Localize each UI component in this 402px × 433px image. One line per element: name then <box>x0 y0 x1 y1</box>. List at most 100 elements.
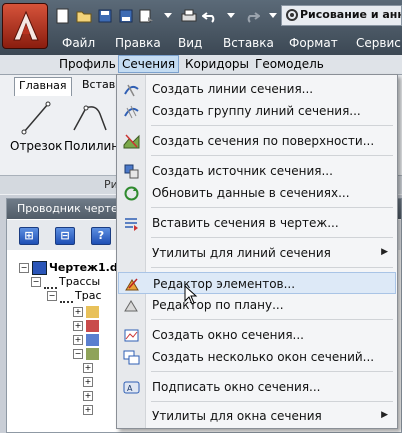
menu-item-annotate-section-view[interactable]: A Подписать окно сечения... <box>118 376 396 398</box>
menu-corridors[interactable]: Коридоры <box>185 57 249 71</box>
menu-item-create-section-lines[interactable]: Создать линии сечения... <box>118 78 396 100</box>
open-icon[interactable] <box>75 7 93 25</box>
tree-item[interactable]: + <box>73 305 101 319</box>
expand-icon[interactable]: + <box>73 321 83 331</box>
tree-alignment-sub[interactable]: − Трас <box>47 289 102 303</box>
save-as-icon[interactable] <box>117 7 135 25</box>
menu-separator <box>151 319 393 320</box>
tree-item[interactable]: + <box>83 361 96 375</box>
sections-dropdown-menu: Создать линии сечения... Создать группу … <box>116 74 398 429</box>
dropdown-arrow-icon[interactable] <box>264 7 282 25</box>
section-group-icon <box>124 105 139 119</box>
expand-icon[interactable]: + <box>73 335 83 345</box>
submenu-arrow-icon: ▶ <box>381 247 388 257</box>
menu-file[interactable]: Файл <box>62 36 95 50</box>
collapse-icon[interactable]: − <box>73 349 83 359</box>
tree-item[interactable]: − <box>73 347 101 361</box>
redo-icon[interactable] <box>243 7 261 25</box>
tab-insert[interactable]: Встав <box>78 77 119 95</box>
tree-alignments[interactable]: − Трассы <box>31 275 100 289</box>
menu-item-update-section-data[interactable]: Обновить данные в сечениях... <box>118 182 396 204</box>
menu-tools[interactable]: Сервис <box>356 36 401 50</box>
menu-item-insert-sections[interactable]: Вставить сечения в чертеж... <box>118 212 396 234</box>
polyline-tool-label: Полилин <box>64 139 120 153</box>
submenu-arrow-icon: ▶ <box>381 410 388 420</box>
undo-icon[interactable] <box>201 7 219 25</box>
print-icon[interactable] <box>180 7 198 25</box>
tree-item[interactable]: + <box>83 403 96 417</box>
update-section-icon <box>124 186 139 201</box>
menu-geomodel[interactable]: Геомодель <box>255 57 324 71</box>
mouse-cursor-icon <box>184 285 198 305</box>
application-menu-button[interactable] <box>2 3 48 49</box>
dropdown-arrow-icon[interactable] <box>222 7 240 25</box>
explorer-title: Проводник черте <box>17 202 118 215</box>
menu-separator <box>151 237 393 238</box>
multiple-section-views-icon <box>123 350 140 365</box>
menu-profile[interactable]: Профиль <box>59 57 116 71</box>
profile-icon <box>86 306 99 318</box>
annotate-section-view-icon: A <box>123 381 140 394</box>
line-icon <box>21 101 51 135</box>
section-icon <box>86 348 99 360</box>
menu-sections[interactable]: Сечения <box>118 55 180 73</box>
menu-separator <box>151 401 393 402</box>
expand-icon[interactable]: + <box>73 307 83 317</box>
insert-section-icon <box>125 218 138 231</box>
gear-icon <box>286 9 298 21</box>
menu-view[interactable]: Вид <box>178 36 202 50</box>
menu-item-create-multiple-section-views[interactable]: Создать несколько окон сечений... <box>118 346 396 368</box>
menu-format[interactable]: Формат <box>289 36 338 50</box>
tree-root[interactable]: − Чертеж1.d <box>19 261 118 275</box>
plan-editor-icon <box>124 300 138 312</box>
expand-icon[interactable]: + <box>83 391 93 401</box>
expand-icon[interactable]: + <box>83 377 93 387</box>
menu-item-section-view-utilities[interactable]: Утилиты для окна сечения ▶ <box>118 405 396 427</box>
workspace-selector[interactable]: Рисование и аннотации <box>281 5 402 26</box>
profile-view-icon <box>86 320 99 332</box>
menu-separator <box>151 155 393 156</box>
menu-edit[interactable]: Правка <box>115 36 161 50</box>
menu-item-create-section-source[interactable]: Создать источник сечения... <box>118 160 396 182</box>
section-lines-icon <box>124 84 139 97</box>
prospector-icon[interactable]: ⊞ <box>19 227 39 245</box>
section-view-icon <box>124 329 139 342</box>
collapse-icon[interactable]: − <box>31 277 41 287</box>
workspace-label: Рисование и аннотации <box>300 8 401 21</box>
quick-access-toolbar <box>54 5 282 27</box>
menu-item-create-surface-sections[interactable]: Создать сечения по поверхности... <box>118 130 396 152</box>
collapse-icon[interactable]: − <box>19 263 29 273</box>
menu-separator <box>151 267 393 268</box>
menu-separator <box>151 125 393 126</box>
save-icon[interactable] <box>96 7 114 25</box>
dropdown-arrow-icon[interactable] <box>159 7 177 25</box>
publish-icon[interactable] <box>138 7 156 25</box>
menu-insert[interactable]: Вставка <box>223 36 274 50</box>
tree-item[interactable]: + <box>73 319 101 333</box>
collapse-icon[interactable]: − <box>47 291 57 301</box>
expand-icon[interactable]: + <box>83 405 93 415</box>
menu-bar-secondary: Профиль Сечения Коридоры Геомодель <box>0 55 402 75</box>
menu-item-create-section-group[interactable]: Создать группу линий сечения... <box>118 100 396 122</box>
menu-item-element-editor[interactable]: Редактор элементов... <box>118 272 396 294</box>
menu-item-plan-editor[interactable]: Редактор по плану... <box>118 294 396 316</box>
alignment-icon <box>44 275 57 289</box>
element-editor-icon <box>125 278 139 291</box>
section-source-icon <box>124 164 139 179</box>
tree-item[interactable]: + <box>83 375 96 389</box>
tree-item[interactable]: + <box>73 333 101 347</box>
new-icon[interactable] <box>54 7 72 25</box>
tree-item[interactable]: + <box>83 389 96 403</box>
menu-item-create-section-view[interactable]: Создать окно сечения... <box>118 324 396 346</box>
surface-section-icon <box>123 134 140 149</box>
polyline-tool[interactable]: Полилин <box>64 100 120 153</box>
menu-bar: Файл Правка Вид Вставка Формат Сервис <box>56 32 402 54</box>
expand-icon[interactable]: + <box>83 363 93 373</box>
menu-item-section-line-utilities[interactable]: Утилиты для линий сечения ▶ <box>118 242 396 264</box>
settings-icon[interactable]: ⊟ <box>55 227 75 245</box>
menu-separator <box>151 207 393 208</box>
line-tool[interactable]: Отрезок <box>10 100 62 153</box>
sample-line-icon <box>86 334 99 346</box>
tab-home[interactable]: Главная <box>14 77 72 96</box>
help-icon[interactable]: ? <box>91 227 111 245</box>
